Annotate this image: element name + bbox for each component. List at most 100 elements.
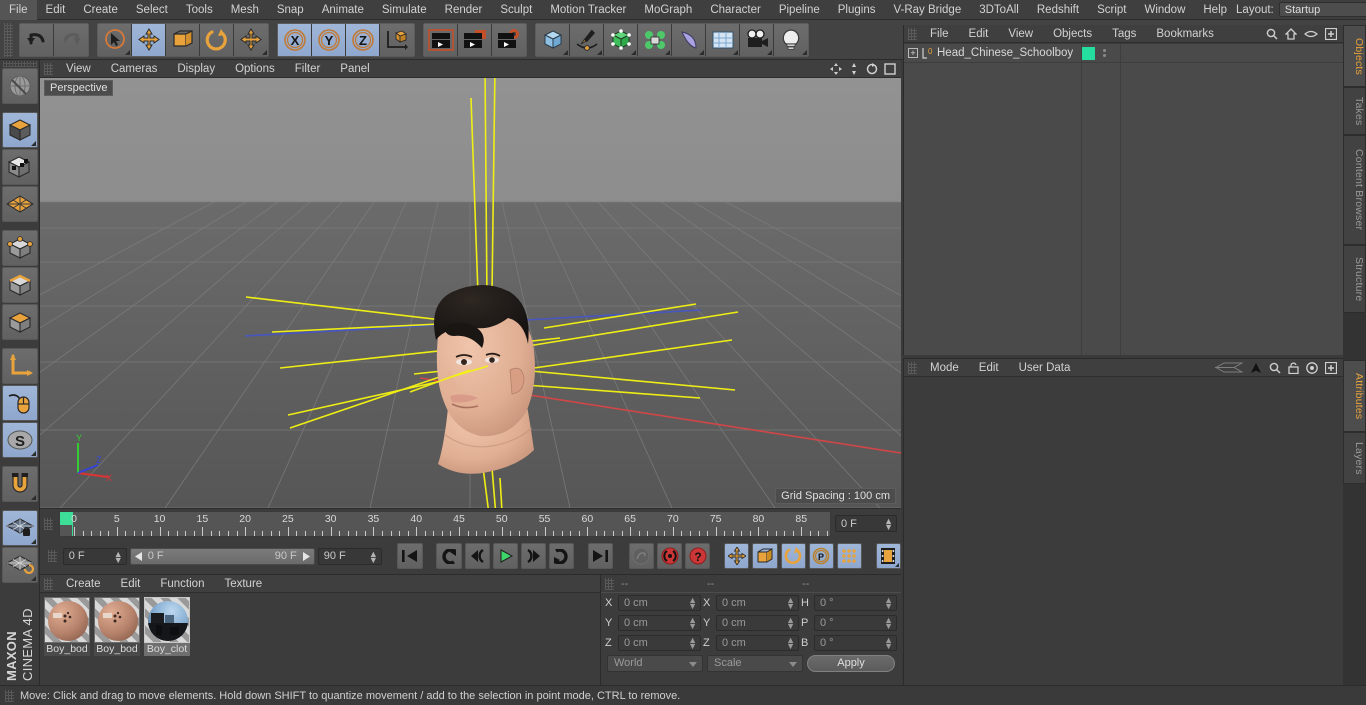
menu-item-character[interactable]: Character xyxy=(701,0,770,20)
menu-item-redshift[interactable]: Redshift xyxy=(1028,0,1088,20)
add-deformer-button[interactable] xyxy=(672,23,706,56)
spinner-icon[interactable]: ▲ ▼ xyxy=(786,636,795,651)
spinner-icon[interactable]: ▲ ▼ xyxy=(786,596,795,611)
arrow-up-icon[interactable] xyxy=(1250,362,1262,374)
go-to-start-button[interactable] xyxy=(397,543,423,569)
eye-icon[interactable] xyxy=(1304,29,1318,39)
material-menu-grip[interactable] xyxy=(44,577,53,590)
previous-key-button[interactable] xyxy=(436,543,462,569)
spinner-icon[interactable]: ▲ ▼ xyxy=(369,549,378,564)
add-scene-button[interactable] xyxy=(706,23,740,56)
target-icon[interactable] xyxy=(1306,361,1318,374)
coord-field-size-x[interactable]: 0 cm ▲ ▼ xyxy=(716,595,799,611)
object-menu-bookmarks[interactable]: Bookmarks xyxy=(1146,25,1224,43)
sidebar-item-points-mode[interactable] xyxy=(2,230,38,266)
toolbar-grip[interactable] xyxy=(4,22,13,57)
range-right-arrow-icon[interactable] xyxy=(301,551,310,561)
sidebar-item-axis-mode[interactable] xyxy=(2,348,38,384)
preview-range-slider[interactable]: 0 F 90 F xyxy=(129,547,315,565)
coord-field-size-z[interactable]: 0 cm ▲ ▼ xyxy=(716,635,799,651)
coord-field-rot-b[interactable]: 0 ° ▲ ▼ xyxy=(814,635,897,651)
material-item[interactable]: Boy_bod xyxy=(94,597,142,656)
search-icon[interactable] xyxy=(1266,28,1278,40)
menu-item-mesh[interactable]: Mesh xyxy=(222,0,268,20)
sidebar-item-model-mode[interactable] xyxy=(2,112,38,148)
sidebar-item-viewport-solo[interactable] xyxy=(2,385,38,421)
menu-item-simulate[interactable]: Simulate xyxy=(373,0,436,20)
autokeying-button[interactable] xyxy=(657,543,683,569)
pan-view-icon[interactable] xyxy=(830,62,842,75)
menu-item-create[interactable]: Create xyxy=(74,0,127,20)
transport-grip[interactable] xyxy=(48,550,57,562)
sidebar-item-polygons-mode[interactable] xyxy=(2,304,38,340)
object-menu-edit[interactable]: Edit xyxy=(959,25,999,43)
sidebar-item-undo-view[interactable] xyxy=(2,68,38,104)
plus-icon[interactable] xyxy=(1325,27,1337,40)
viewport-menu-panel[interactable]: Panel xyxy=(330,60,379,78)
object-menu-view[interactable]: View xyxy=(998,25,1043,43)
menu-item-mograph[interactable]: MoGraph xyxy=(635,0,701,20)
menu-item-animate[interactable]: Animate xyxy=(313,0,373,20)
timeline-frame-field[interactable]: 0 F ▲ ▼ xyxy=(835,515,897,532)
axis-z-button[interactable]: Z xyxy=(346,23,380,56)
maximize-view-icon[interactable] xyxy=(884,62,896,75)
rotation-key-button[interactable] xyxy=(780,543,806,569)
expand-icon[interactable]: + xyxy=(908,48,918,58)
coord-field-pos-x[interactable]: 0 cm ▲ ▼ xyxy=(618,595,701,611)
coord-field-rot-h[interactable]: 0 ° ▲ ▼ xyxy=(814,595,897,611)
menu-item-plugins[interactable]: Plugins xyxy=(829,0,885,20)
current-frame-field[interactable]: 0 F ▲ ▼ xyxy=(62,547,127,565)
object-menu-file[interactable]: File xyxy=(920,25,959,43)
material-menu-create[interactable]: Create xyxy=(56,575,111,593)
menu-item-file[interactable]: File xyxy=(0,0,37,20)
move-tool-button[interactable] xyxy=(132,23,166,56)
lock-icon[interactable] xyxy=(1288,361,1299,374)
add-cube-button[interactable] xyxy=(536,23,570,56)
go-to-end-button[interactable] xyxy=(587,543,614,569)
sidebar-item-magnet[interactable] xyxy=(2,466,38,502)
status-grip[interactable] xyxy=(5,689,14,702)
add-light-button[interactable] xyxy=(774,23,808,56)
zoom-view-icon[interactable] xyxy=(848,62,860,75)
menu-item-render[interactable]: Render xyxy=(436,0,492,20)
menu-item-tools[interactable]: Tools xyxy=(177,0,222,20)
timeline-grip[interactable] xyxy=(44,517,53,530)
spinner-icon[interactable]: ▲ ▼ xyxy=(884,636,893,651)
tab-takes[interactable]: Takes xyxy=(1343,87,1366,135)
object-menu-objects[interactable]: Objects xyxy=(1043,25,1102,43)
material-menu-function[interactable]: Function xyxy=(150,575,214,593)
menu-item-select[interactable]: Select xyxy=(127,0,177,20)
add-spline-button[interactable] xyxy=(570,23,604,56)
viewport-menu-view[interactable]: View xyxy=(56,60,101,78)
coordinate-system-select[interactable]: World xyxy=(607,655,703,672)
sidebar-item-texture-mode[interactable] xyxy=(2,149,38,185)
play-button[interactable] xyxy=(492,543,518,569)
spinner-icon[interactable]: ▲ ▼ xyxy=(688,596,697,611)
menu-item-3dtoall[interactable]: 3DToAll xyxy=(970,0,1028,20)
render-region-button[interactable] xyxy=(458,23,492,56)
menu-item-vray-bridge[interactable]: V-Ray Bridge xyxy=(884,0,970,20)
range-left-arrow-icon[interactable] xyxy=(134,551,144,561)
material-menu-edit[interactable]: Edit xyxy=(111,575,151,593)
coord-field-pos-z[interactable]: 0 cm ▲ ▼ xyxy=(618,635,701,651)
sidebar-item-workplane-lock[interactable] xyxy=(2,510,38,546)
menu-item-sculpt[interactable]: Sculpt xyxy=(491,0,541,20)
material-thumbnail[interactable] xyxy=(94,597,140,643)
axis-x-button[interactable]: X xyxy=(278,23,312,56)
home-icon[interactable] xyxy=(1285,27,1297,40)
tab-layers[interactable]: Layers xyxy=(1343,432,1366,484)
add-generator-button[interactable] xyxy=(604,23,638,56)
menu-item-snap[interactable]: Snap xyxy=(268,0,313,20)
object-tree-row[interactable]: + 0 Head_Chinese_Schoolboy xyxy=(904,44,1343,62)
undo-button[interactable] xyxy=(20,23,54,56)
spinner-icon[interactable]: ▲ ▼ xyxy=(786,616,795,631)
tab-objects[interactable]: Objects xyxy=(1343,25,1366,87)
coord-field-pos-y[interactable]: 0 cm ▲ ▼ xyxy=(618,615,701,631)
next-key-button[interactable] xyxy=(549,543,575,569)
menu-item-script[interactable]: Script xyxy=(1088,0,1135,20)
menu-item-window[interactable]: Window xyxy=(1135,0,1194,20)
apply-button[interactable]: Apply xyxy=(807,655,895,672)
step-forward-button[interactable] xyxy=(520,543,547,569)
render-view-button[interactable] xyxy=(424,23,458,56)
attribute-menu-mode[interactable]: Mode xyxy=(920,359,969,377)
